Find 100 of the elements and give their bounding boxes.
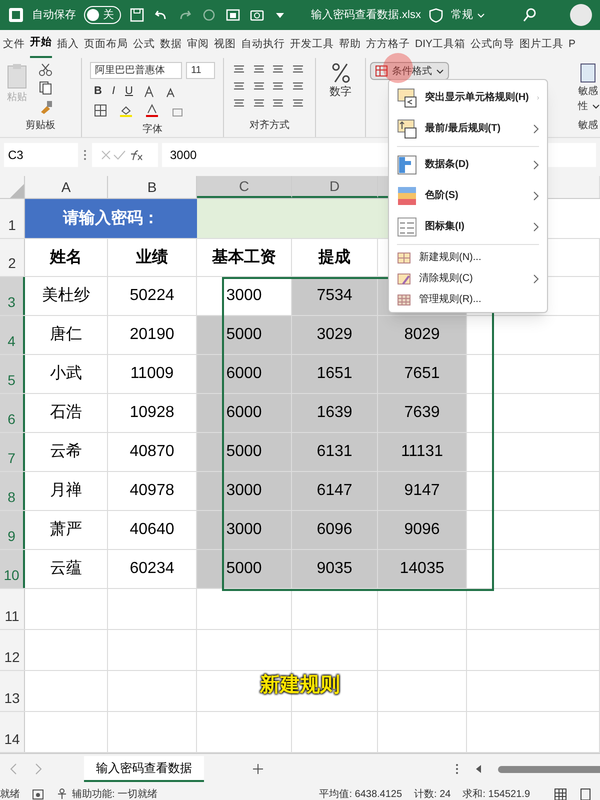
table-cell: 9096 <box>378 511 467 549</box>
group-label: 敏感 <box>578 118 599 133</box>
window-icon[interactable] <box>225 7 241 23</box>
table-cell: 云希 <box>25 433 108 471</box>
add-sheet-icon[interactable] <box>252 763 264 775</box>
row-header[interactable]: 7 <box>0 433 25 471</box>
border-icon[interactable] <box>94 104 107 117</box>
table-cell: 唐仁 <box>25 316 108 354</box>
ribbon-tab[interactable]: 视图 <box>214 37 236 58</box>
autosave-toggle[interactable]: 关 <box>84 6 121 24</box>
normal-view-icon[interactable] <box>554 788 567 800</box>
sheet-tab[interactable]: 输入密码查看数据 <box>84 756 204 782</box>
more-icon[interactable] <box>82 148 88 162</box>
caret-icon <box>592 103 600 110</box>
ribbon-tab[interactable]: 审阅 <box>187 37 209 58</box>
rule-icon[interactable] <box>397 186 417 206</box>
avatar-icon[interactable] <box>570 4 592 26</box>
italic-button[interactable]: I <box>112 83 116 100</box>
name-box[interactable]: C3 <box>4 143 78 167</box>
underline-button[interactable]: U <box>125 83 133 100</box>
ribbon-tab[interactable]: 方方格子 <box>366 37 410 58</box>
row-header[interactable]: 5 <box>0 355 25 393</box>
caret-icon <box>436 68 444 74</box>
ribbon-tab[interactable]: 开发工具 <box>290 37 334 58</box>
status-text: 就绪 <box>0 788 20 800</box>
sensitivity-button[interactable]: 敏感 <box>578 84 600 99</box>
shape-icon[interactable] <box>201 7 217 23</box>
group-label: 对齐方式 <box>248 118 290 133</box>
menu-item[interactable]: 最前/最后规则(T) <box>389 113 547 144</box>
column-header[interactable]: C <box>197 176 292 198</box>
font-size-field[interactable]: 11 <box>186 62 215 79</box>
count-value: 计数: 24 <box>414 788 451 800</box>
conditional-format-icon[interactable] <box>375 65 388 77</box>
row-header[interactable]: 11 <box>0 589 25 629</box>
sensitivity-icon[interactable] <box>578 62 598 84</box>
excel-logo-icon[interactable] <box>8 7 24 23</box>
scroll-left-icon[interactable] <box>475 764 482 774</box>
rule-icon[interactable] <box>397 88 417 108</box>
ribbon-tab[interactable]: 图片工具 <box>520 37 564 58</box>
accessibility-icon[interactable] <box>56 788 68 800</box>
group-label: 字体 <box>142 122 164 136</box>
percent-icon[interactable] <box>330 62 350 84</box>
bold-button[interactable]: B <box>94 83 102 100</box>
menu-item[interactable]: 管理规则(R)... <box>389 289 547 310</box>
menu-item[interactable]: 突出显示单元格规则(H) <box>389 82 547 113</box>
macro-record-icon[interactable] <box>32 788 44 800</box>
ribbon-tab[interactable]: 公式 <box>133 37 155 58</box>
menu-item[interactable]: 色阶(S) <box>389 180 547 211</box>
row-header[interactable]: 3 <box>0 277 25 315</box>
row-header[interactable]: 1 <box>0 199 25 238</box>
ribbon-tab[interactable]: DIY工具箱 <box>415 37 466 58</box>
sensitivity-label[interactable]: 常规 <box>451 6 473 24</box>
menu-item[interactable]: 清除规则(C) <box>389 268 547 289</box>
ribbon-tab[interactable]: P <box>568 37 576 58</box>
page-layout-icon[interactable] <box>579 788 592 800</box>
cut-icon[interactable] <box>38 62 53 76</box>
table-cell: 3029 <box>292 316 378 354</box>
row-header[interactable]: 12 <box>0 630 25 670</box>
row-header[interactable]: 6 <box>0 394 25 432</box>
column-title-cell: 姓名 <box>25 239 108 276</box>
search-icon[interactable] <box>522 7 538 23</box>
column-header[interactable]: A <box>25 176 108 198</box>
column-title-cell: 业绩 <box>108 239 197 276</box>
row-header[interactable]: 2 <box>0 239 25 276</box>
copy-icon[interactable] <box>38 80 53 95</box>
password-prompt-cell: 请输入密码： <box>25 199 197 238</box>
horizontal-scrollbar[interactable] <box>498 766 600 772</box>
row-header[interactable]: 14 <box>0 712 25 752</box>
shield-icon[interactable] <box>429 8 443 22</box>
column-header[interactable]: D <box>292 176 378 198</box>
ribbon-tab[interactable]: 文件 <box>3 37 25 58</box>
sensitivity-button-suffix[interactable]: 性 <box>578 99 588 114</box>
table-cell: 6000 <box>197 394 292 432</box>
conditional-format-button[interactable]: 条件格式 <box>370 62 449 80</box>
fill-color-icon[interactable] <box>119 104 133 118</box>
row-header[interactable]: 4 <box>0 316 25 354</box>
font-color-icon[interactable] <box>145 104 159 118</box>
number-button[interactable]: 数字 <box>330 84 352 100</box>
font-name-field[interactable]: 阿里巴巴普惠体 <box>90 62 182 79</box>
menu-item[interactable]: 新建规则(N)... <box>389 247 547 268</box>
row-header[interactable]: 13 <box>0 671 25 711</box>
caret-icon[interactable] <box>477 12 485 18</box>
table-cell: 7651 <box>378 355 467 393</box>
more-options-icon[interactable] <box>455 763 459 775</box>
rule-icon[interactable] <box>397 118 417 138</box>
row-header[interactable]: 10 <box>0 550 25 588</box>
ribbon-tab[interactable]: 自动执行 <box>241 37 285 58</box>
ribbon-tab[interactable]: 公式向导 <box>470 37 515 58</box>
grow-font-icon[interactable] <box>142 84 155 98</box>
ribbon-tab[interactable]: 插入 <box>57 37 79 58</box>
ribbon-tab[interactable]: 页面布局 <box>84 37 128 58</box>
ribbon-tab[interactable]: 帮助 <box>339 37 361 58</box>
save-icon[interactable] <box>129 7 145 23</box>
table-cell: 14035 <box>378 550 467 588</box>
table-cell: 3000 <box>197 472 292 510</box>
row-header[interactable]: 8 <box>0 472 25 510</box>
menu-item[interactable]: 图标集(I) <box>389 211 547 242</box>
ribbon-tab[interactable]: 数据 <box>160 37 182 58</box>
row-header[interactable]: 9 <box>0 511 25 549</box>
table-cell: 5000 <box>197 316 292 354</box>
